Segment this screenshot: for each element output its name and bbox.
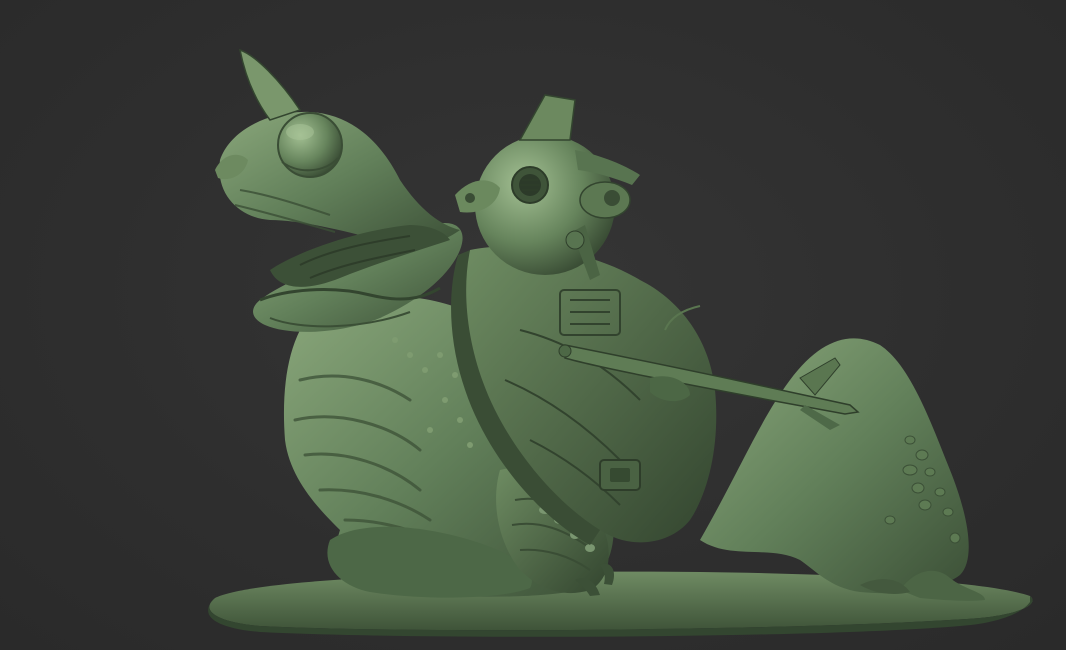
creature-head bbox=[215, 48, 463, 332]
sculpt-viewport[interactable] bbox=[0, 0, 1066, 650]
creature-tail bbox=[700, 338, 985, 601]
creature-sculpture-render bbox=[208, 48, 1033, 637]
